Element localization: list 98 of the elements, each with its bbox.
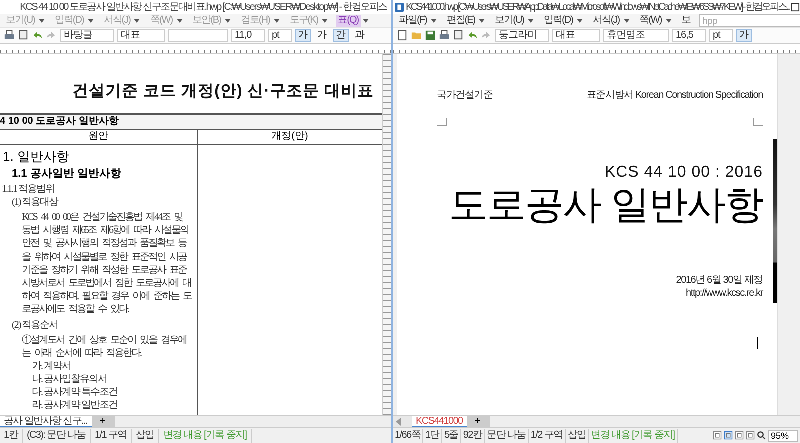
- paragraph: KCS 44 00 00은 건설기술진흥법 제44조 및 동법 시행령 제65조 제6항에 따라 시설물의 안전 및 공사시행의 적정성과 품질확보 등을 위하여 시설물별로 정한 표준적인 시공기준을 정하기 위해 작성한 도로공사 표준시방서로서 도로법에서 정한 도로공사에 대하여 적용하며, 필요할 경우 이에 준하는 도로공사에도 적용할 수 있다.: [22, 211, 193, 317]
- status-item: 92칸: [461, 428, 486, 442]
- view-mode-icon[interactable]: [713, 431, 722, 440]
- document-tab[interactable]: 공사 일반사항 신구...: [0, 416, 92, 427]
- font-size-field[interactable]: 16,5: [672, 29, 706, 42]
- caret-icon[interactable]: [576, 18, 583, 22]
- add-tab-button[interactable]: +: [466, 416, 489, 427]
- menu-item[interactable]: 파일(F): [397, 14, 429, 26]
- printer-icon[interactable]: [439, 30, 450, 41]
- status-item: 1칸: [0, 428, 23, 442]
- date-text: 2016년 6월 30일 제정: [676, 274, 763, 288]
- format-button[interactable]: 과: [352, 29, 368, 42]
- status-item: 변경 내용 [기록 중지]: [159, 428, 252, 442]
- url-text: http://www.kcsc.re.kr: [686, 288, 763, 299]
- unit-dropdown[interactable]: pt: [709, 29, 733, 42]
- caret-icon[interactable]: [322, 18, 328, 22]
- caret-icon[interactable]: [528, 18, 534, 22]
- menu-item[interactable]: 편집(E): [444, 14, 478, 26]
- section-heading: 1. 일반사항: [2, 149, 70, 165]
- save-icon[interactable]: [425, 30, 436, 41]
- vertical-scrollbar[interactable]: [777, 54, 800, 415]
- window-title: KCS441000.hwp [C:₩Users₩USER₩AppData₩Local₩Microsoft₩Windows₩INetCache₩IE₩6SS₩7KEW] - 한컴오피스...: [406, 1, 789, 14]
- style-dropdown[interactable]: 둥그라미: [495, 29, 549, 42]
- search-field[interactable]: hpp: [698, 14, 800, 27]
- horizontal-scrollbar[interactable]: [114, 416, 391, 427]
- caret-icon[interactable]: [479, 18, 486, 22]
- caret-icon[interactable]: [430, 18, 437, 22]
- format-button[interactable]: 가: [314, 29, 330, 42]
- list-item: 나. 공사입찰유의서: [31, 374, 108, 386]
- zoom-dropdown[interactable]: 95%: [768, 430, 798, 442]
- add-tab-button[interactable]: +: [92, 416, 114, 427]
- status-item: 변경 내용 [기록 중지]: [589, 428, 678, 442]
- format-button[interactable]: 가: [736, 29, 752, 42]
- status-item: 삽입: [132, 428, 160, 442]
- language-dropdown[interactable]: 대표: [117, 29, 165, 42]
- format-button[interactable]: 가: [295, 29, 311, 42]
- font-dropdown[interactable]: 휴먼명조: [603, 29, 669, 42]
- document-title: 도로공사 일반사항: [449, 183, 763, 229]
- list-item: 다. 공사계약 특수조건: [31, 387, 118, 400]
- menu-item[interactable]: 보기(U): [493, 14, 526, 26]
- caret-icon[interactable]: [134, 18, 140, 22]
- printer-icon[interactable]: [4, 30, 15, 41]
- status-item: 삽입: [566, 428, 590, 442]
- style-dropdown[interactable]: 바탕글: [60, 29, 114, 42]
- format-button[interactable]: 간: [333, 29, 349, 42]
- document-code: KCS 44 10 00 : 2016: [604, 164, 763, 182]
- caret-icon[interactable]: [666, 18, 672, 22]
- clause-heading: 1.1.1 적용범위: [1, 184, 56, 196]
- status-item: 1/2 구역: [528, 428, 566, 442]
- column-header: 원안: [0, 130, 198, 144]
- menu-item[interactable]: 표(Q): [336, 14, 361, 26]
- status-item: 5줄: [442, 428, 462, 442]
- new-document-icon[interactable]: [397, 30, 408, 41]
- undo-icon[interactable]: [32, 30, 43, 41]
- corner-mark: [753, 118, 763, 126]
- status-item: 1/1 구역: [90, 428, 132, 442]
- caret-icon[interactable]: [38, 18, 45, 22]
- caret-icon[interactable]: [362, 18, 369, 22]
- header-text: 국가건설기준: [437, 89, 493, 102]
- text-cursor: [757, 337, 758, 349]
- menu-item[interactable]: 서식(J): [590, 14, 622, 26]
- document-tab[interactable]: KCS441000: [412, 416, 467, 427]
- menu-item[interactable]: 쪽(W): [638, 14, 664, 26]
- subsection-heading: 1.1 공사일반 일반사항: [11, 167, 122, 181]
- caret-icon[interactable]: [224, 18, 231, 22]
- status-item: 1단: [423, 428, 442, 442]
- list-item: (1) 적용대상: [11, 197, 60, 209]
- view-mode-icon[interactable]: [746, 431, 755, 440]
- search-icon[interactable]: [757, 431, 766, 440]
- status-item: 문단 나눔: [485, 428, 529, 442]
- table-title: 4 10 00 도로공사 일반사항: [0, 113, 382, 130]
- view-mode-icon[interactable]: [724, 431, 733, 440]
- paragraph: ①설계도서 간에 상호 모순이 있을 경우에는 아래 순서에 따라 적용한다.: [22, 334, 188, 360]
- horizontal-scrollbar[interactable]: [488, 416, 800, 427]
- list-item: (2) 적용순서: [11, 320, 60, 332]
- caret-icon[interactable]: [624, 18, 630, 22]
- menu-item[interactable]: 보: [680, 14, 693, 26]
- status-item: 1/66쪽: [393, 428, 424, 442]
- menu-item[interactable]: 입력(D): [542, 14, 575, 26]
- font-size-field[interactable]: 11,0: [231, 29, 265, 42]
- list-item: 라. 공사계약 일반조건: [31, 400, 118, 412]
- column-header: 개정(안): [270, 130, 310, 144]
- preview-icon[interactable]: [18, 30, 29, 41]
- caret-icon[interactable]: [88, 18, 94, 22]
- document-heading: 건설기준 코드 개정(안) 신·구조문 대비표: [72, 82, 375, 102]
- status-item: (C3): 문단 나눔: [22, 428, 91, 442]
- list-item: 가. 계약서: [31, 361, 72, 374]
- language-dropdown[interactable]: 대표: [552, 29, 600, 42]
- caret-icon[interactable]: [274, 18, 280, 22]
- window-title: KCS 44 10 00 도로공사 일반사항 신구조문대비표.hwp [C:₩Users₩USER₩Desktop₩] - 한컴오피스: [20, 1, 387, 14]
- unit-dropdown[interactable]: pt: [268, 29, 292, 42]
- preview-icon[interactable]: [453, 30, 464, 41]
- caret-icon[interactable]: [176, 18, 183, 22]
- view-mode-icon[interactable]: [735, 431, 744, 440]
- maximize-icon[interactable]: [790, 2, 800, 12]
- undo-icon[interactable]: [467, 30, 478, 41]
- corner-mark: [437, 118, 447, 126]
- header-text: 표준시방서 Korean Construction Specification: [586, 89, 763, 102]
